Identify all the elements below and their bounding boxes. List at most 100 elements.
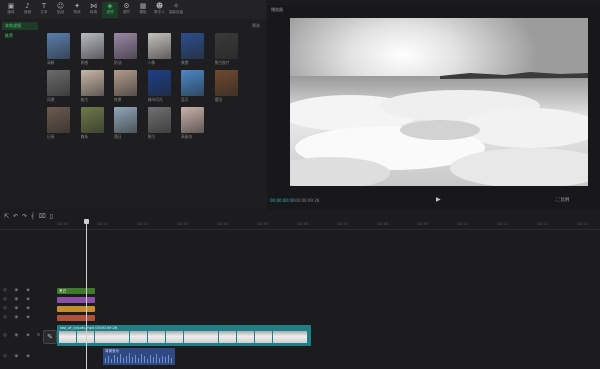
filter-label: 美食 [181, 60, 189, 65]
sticker-track-controls[interactable]: ◎ ◉ ◀ [3, 306, 32, 311]
sticker-clip[interactable] [57, 306, 95, 312]
ratio-button[interactable]: 比例 [560, 198, 569, 203]
tool-label: 文本 [40, 10, 48, 14]
filter-thumbnail[interactable] [80, 107, 104, 133]
category-nav: 本地滤镜 推荐 [2, 22, 38, 42]
filter-label: 高级灰 [181, 134, 193, 139]
filter-thumbnail[interactable] [147, 70, 171, 96]
effect-clip[interactable] [57, 297, 95, 303]
filter-label: 落日 [114, 134, 122, 139]
filter-label: 风景 [47, 97, 55, 102]
ruler-tick: 00:02 [138, 222, 149, 226]
filter-label: 夜景 [114, 97, 122, 102]
ruler-tick: 00:13 [578, 222, 589, 226]
preview-controls: ⛶ 比例 [556, 197, 569, 203]
ruler-tick: 00:04 [218, 222, 229, 226]
category-local[interactable]: 本地滤镜 [2, 22, 38, 30]
effect-track-controls[interactable]: ◎ ◉ ◀ [3, 297, 32, 302]
play-button[interactable]: ▶ [436, 196, 441, 203]
filter-label: 黑白胶片 [214, 60, 230, 65]
clip-frame [183, 331, 201, 343]
clip-frame [201, 331, 219, 343]
audio-track-controls[interactable]: ◎ ◉ ◀ [3, 354, 32, 359]
sticker-icon: ☺ [56, 2, 65, 10]
tool-label: 调节 [122, 10, 131, 14]
filter-thumbnail[interactable] [80, 33, 104, 59]
filter-thumbnail[interactable] [114, 33, 137, 59]
timeline-toolbar: ⇱↶↷┤⌧▯ [4, 213, 57, 220]
audio-clip-label: 背景音乐 [105, 349, 120, 353]
smart-pack-icon: ✧ [173, 2, 179, 10]
select-icon[interactable]: ⇱ [4, 213, 13, 220]
preview-title: 播放器 [271, 7, 283, 12]
undo-icon[interactable]: ↶ [13, 213, 22, 220]
filter-clip[interactable]: 黑白 [57, 288, 95, 294]
ruler-tick: 00:09 [418, 222, 429, 226]
filter-thumbnail[interactable] [114, 70, 137, 96]
filter-label: 复古 [80, 97, 89, 102]
filter-thumbnail[interactable] [214, 33, 238, 59]
clip-frame [290, 331, 308, 343]
filter-button[interactable]: 筛选 [252, 23, 260, 29]
delete-icon[interactable]: ⌧ [39, 213, 50, 220]
filter-thumbnail[interactable] [114, 107, 137, 133]
redo-icon[interactable]: ↷ [22, 213, 31, 220]
filter-track-controls[interactable]: ◎ ◉ ◀ [3, 288, 32, 293]
main-track-controls[interactable]: ◎ ◉ ◀ ≡ [3, 333, 43, 338]
playhead-handle[interactable] [84, 219, 89, 224]
filter-thumbnail[interactable] [147, 107, 171, 133]
playhead[interactable] [86, 221, 87, 369]
tool-filter[interactable]: ◈ 滤镜 [102, 2, 118, 18]
ruler-tick: 00:10 [458, 222, 469, 226]
text-icon: T [41, 2, 47, 10]
filter-thumbnail[interactable] [181, 33, 204, 59]
tool-label: 音频 [23, 10, 32, 14]
filter-thumbnail[interactable] [181, 107, 204, 133]
media-icon: ▣ [7, 2, 15, 10]
filter-thumbnail[interactable] [147, 33, 171, 59]
ruler-tick: 00:01 [98, 222, 109, 226]
cover-icon[interactable]: ✎ [43, 330, 57, 344]
filter-thumbnail[interactable] [214, 70, 238, 96]
template-icon: ▦ [139, 2, 147, 10]
ruler-tick: 00:12 [538, 222, 549, 226]
tool-media[interactable]: ▣ 媒体 [3, 2, 19, 18]
tool-avatar[interactable]: ☻ 数字人 [152, 2, 168, 18]
filter-icon: ◈ [107, 2, 113, 10]
tool-template[interactable]: ▦ 模板 [135, 2, 151, 18]
tool-transition[interactable]: ⋈ 转场 [86, 2, 102, 18]
clip-frame [130, 331, 148, 343]
text-track-controls[interactable]: ◎ ◉ ◀ [3, 315, 32, 320]
tool-label: 智能包装 [168, 10, 184, 14]
category-recommended[interactable]: 推荐 [2, 32, 38, 40]
tool-smart-pack[interactable]: ✧ 智能包装 [168, 2, 184, 18]
clip-frame [59, 331, 76, 343]
clip-frame [148, 331, 165, 343]
fullscreen-icon[interactable]: ⛶ [556, 198, 559, 203]
tool-label: 滤镜 [106, 10, 114, 14]
split-icon[interactable]: ┤ [31, 213, 39, 220]
clip-frame [272, 331, 290, 343]
filter-label: 黑白 [147, 134, 156, 139]
ruler-tick: 00:06 [298, 222, 309, 226]
ruler-tick: 00:00 [58, 222, 69, 226]
ruler-tick: 00:05 [258, 222, 269, 226]
filter-thumbnail[interactable] [80, 70, 104, 96]
current-time: 00:00:00:00 [270, 198, 295, 203]
clip-frame [254, 331, 272, 343]
tool-adjust[interactable]: ⚙ 调节 [119, 2, 135, 18]
filter-label: 质感 [80, 60, 89, 65]
filter-thumbnail[interactable] [47, 70, 70, 96]
text-clip[interactable] [57, 315, 95, 321]
tool-sticker[interactable]: ☺ 贴纸 [53, 2, 69, 18]
filter-thumbnail[interactable] [181, 70, 204, 96]
tool-effects[interactable]: ✦ 特效 [69, 2, 85, 18]
tool-text[interactable]: T 文本 [36, 2, 52, 18]
filter-thumbnail[interactable] [47, 33, 70, 59]
freeze-icon[interactable]: ▯ [50, 213, 57, 220]
tool-label: 数字人 [154, 10, 165, 14]
tool-audio[interactable]: ♪ 音频 [20, 2, 36, 18]
filter-label: 城市风光 [147, 97, 163, 102]
filter-thumbnail[interactable] [47, 107, 70, 133]
transition-icon: ⋈ [90, 2, 97, 10]
